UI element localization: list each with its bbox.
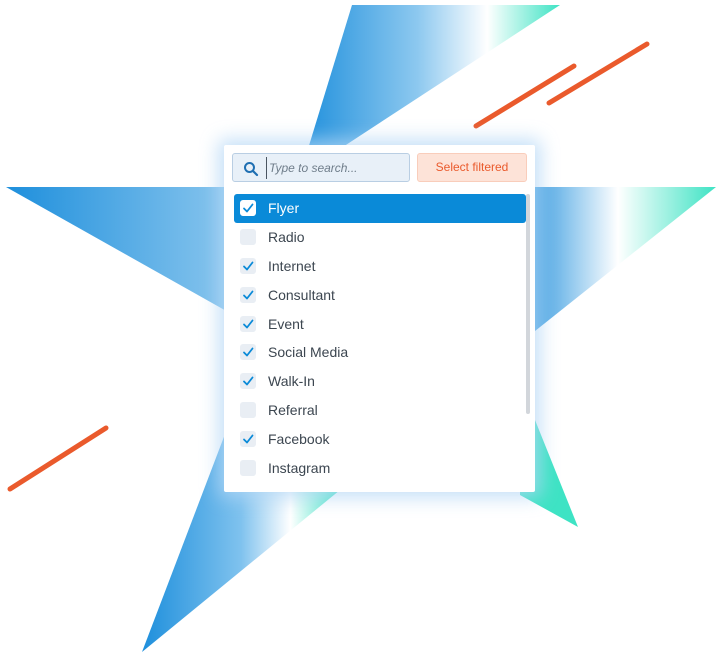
list-item[interactable]: Referral	[234, 396, 526, 425]
list-item-label: Social Media	[268, 344, 349, 361]
checkmark-icon	[243, 319, 254, 328]
list-item-label: Walk-In	[268, 373, 315, 390]
list-item[interactable]: Instagram	[234, 453, 526, 482]
star-spike-right	[520, 187, 716, 335]
checkbox[interactable]	[240, 286, 256, 303]
multiselect-dropdown-panel: Select filtered Flyer Radio Internet Consul…	[224, 145, 535, 492]
list-item[interactable]: Event	[234, 309, 526, 338]
list-item-label: Flyer	[268, 200, 300, 217]
search-input[interactable]	[266, 157, 407, 179]
list-item[interactable]: Walk-In	[234, 367, 526, 396]
orange-streak	[7, 425, 109, 492]
option-list: Flyer Radio Internet Consultant Event Social …	[234, 194, 526, 482]
checkbox[interactable]	[240, 430, 256, 447]
list-item[interactable]: Social Media	[234, 338, 526, 367]
checkbox[interactable]	[240, 315, 256, 332]
list-item[interactable]: Radio	[234, 223, 526, 252]
checkmark-icon	[243, 261, 254, 271]
search-icon	[244, 162, 259, 177]
checkbox[interactable]	[240, 401, 256, 418]
search-row: Select filtered	[232, 153, 527, 183]
checkmark-icon	[243, 290, 254, 300]
list-item[interactable]: Internet	[234, 252, 526, 281]
scrollbar[interactable]	[526, 194, 530, 414]
list-item[interactable]: Flyer	[234, 194, 526, 223]
select-filtered-button[interactable]: Select filtered	[417, 153, 527, 182]
list-item-label: Radio	[268, 229, 305, 246]
list-item-label: Facebook	[268, 430, 330, 447]
checkmark-icon	[243, 434, 254, 444]
list-item[interactable]: Consultant	[234, 280, 526, 309]
list-item[interactable]: Facebook	[234, 424, 526, 453]
checkbox[interactable]	[240, 373, 256, 390]
checkmark-icon	[243, 203, 254, 213]
checkbox[interactable]	[240, 257, 256, 274]
list-item-label: Instagram	[268, 459, 331, 476]
list-item-label: Internet	[268, 257, 316, 274]
list-item-label: Event	[268, 315, 304, 332]
checkmark-icon	[243, 347, 254, 357]
checkmark-icon	[243, 376, 254, 386]
checkbox[interactable]	[240, 229, 256, 246]
list-item-label: Referral	[268, 401, 318, 418]
list-item-label: Consultant	[268, 286, 335, 303]
checkbox[interactable]	[240, 200, 256, 217]
checkbox[interactable]	[240, 344, 256, 361]
checkbox[interactable]	[240, 459, 256, 476]
search-box[interactable]	[232, 153, 410, 182]
